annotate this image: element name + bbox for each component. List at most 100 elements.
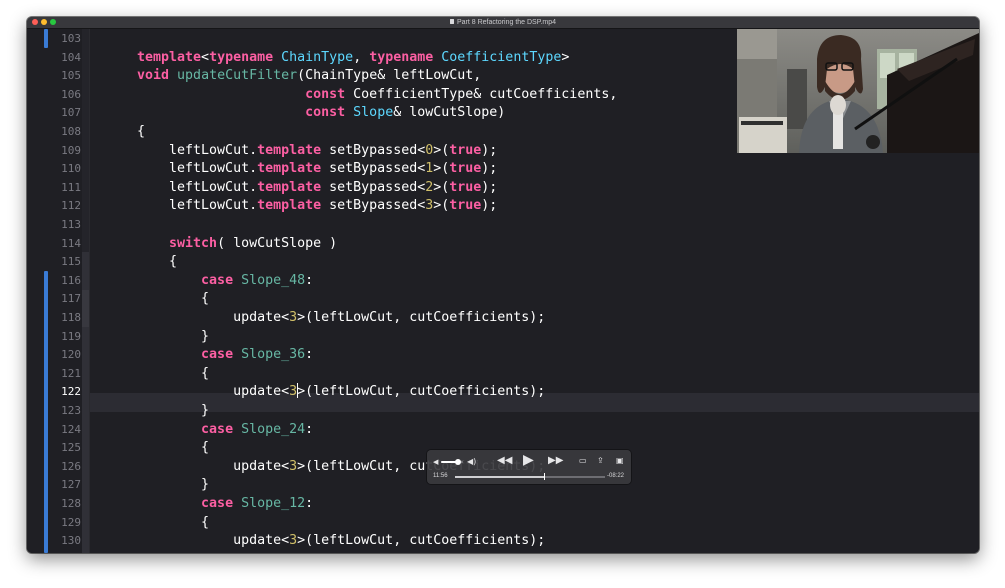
fast-forward-icon[interactable]: ▶▶: [548, 456, 563, 466]
code-line[interactable]: const Slope& lowCutSlope): [137, 104, 505, 123]
presenter-video-image: [737, 29, 979, 153]
code-token: template: [137, 49, 202, 65]
code-line[interactable]: {: [137, 439, 209, 458]
line-number[interactable]: 127: [49, 476, 81, 495]
code-line[interactable]: }: [137, 402, 209, 421]
code-token: void: [137, 68, 170, 84]
code-token: switch: [169, 235, 218, 251]
playhead[interactable]: [543, 473, 545, 480]
line-number[interactable]: 128: [49, 495, 81, 514]
code-token: true: [449, 161, 482, 177]
line-number[interactable]: 118: [49, 309, 81, 328]
play-icon[interactable]: ▶: [523, 453, 534, 467]
code-token: {: [137, 254, 178, 270]
line-number[interactable]: 119: [49, 328, 81, 347]
code-line[interactable]: leftLowCut.template setBypassed<1>(true)…: [137, 160, 497, 179]
code-token: );: [481, 142, 498, 158]
speaker-high-icon[interactable]: ◀): [467, 457, 476, 467]
line-number[interactable]: 106: [49, 86, 81, 105]
code-line[interactable]: const CoefficientType& cutCoefficients,: [137, 86, 617, 105]
line-number[interactable]: 130: [49, 532, 81, 551]
code-line[interactable]: void updateCutFilter(ChainType& leftLowC…: [137, 67, 481, 86]
line-number[interactable]: 113: [49, 216, 81, 235]
share-icon[interactable]: ⇪: [597, 456, 604, 466]
playback-controls[interactable]: ◀ ◀) ◀◀ ▶ ▶▶ ▭ ⇪ ▣ 11:56 -08:22: [427, 450, 631, 484]
line-number[interactable]: 125: [49, 439, 81, 458]
code-line[interactable]: {: [137, 514, 209, 533]
airplay-icon[interactable]: ▭: [579, 456, 587, 466]
code-token: leftLowCut.: [137, 142, 258, 158]
line-number[interactable]: 116: [49, 272, 81, 291]
line-number[interactable]: 111: [49, 179, 81, 198]
line-number[interactable]: 114: [49, 235, 81, 254]
code-token: true: [449, 142, 482, 158]
fold-region-case[interactable]: [82, 290, 89, 327]
code-line[interactable]: update<3>(leftLowCut, cutCoefficients);: [137, 383, 545, 402]
rewind-icon[interactable]: ◀◀: [497, 456, 512, 466]
code-token: setBypassed<: [321, 179, 426, 195]
line-number[interactable]: 108: [49, 123, 81, 142]
code-line[interactable]: template<typename ChainType, typename Co…: [137, 49, 569, 68]
speaker-low-icon[interactable]: ◀: [433, 457, 438, 467]
line-number[interactable]: 103: [49, 30, 81, 49]
code-line[interactable]: {: [137, 290, 209, 309]
code-token: updateCutFilter: [177, 68, 298, 84]
code-line[interactable]: case Slope_48:: [137, 272, 313, 291]
video-file-icon: [449, 19, 454, 24]
picture-in-picture-icon[interactable]: ▣: [616, 456, 624, 466]
playback-scrubber[interactable]: [455, 473, 605, 480]
code-line[interactable]: case Slope_12:: [137, 495, 313, 514]
code-token: 3: [289, 384, 298, 400]
line-number[interactable]: 129: [49, 514, 81, 533]
code-token: setBypassed<: [321, 161, 426, 177]
code-token: :: [305, 421, 314, 437]
line-number[interactable]: 126: [49, 458, 81, 477]
line-number[interactable]: 117: [49, 290, 81, 309]
code-line[interactable]: update<3>(leftLowCut, cutCoefficients);: [137, 532, 545, 551]
code-token: CoefficientType: [441, 49, 562, 65]
code-line[interactable]: {: [137, 253, 177, 272]
code-line[interactable]: leftLowCut.template setBypassed<2>(true)…: [137, 179, 497, 198]
code-token: template: [257, 198, 322, 214]
code-line[interactable]: }: [137, 328, 209, 347]
code-token: );: [481, 161, 498, 177]
code-line[interactable]: case Slope_36:: [137, 346, 313, 365]
line-number[interactable]: 121: [49, 365, 81, 384]
code-token: {: [137, 440, 210, 456]
line-number[interactable]: 120: [49, 346, 81, 365]
line-number[interactable]: 123: [49, 402, 81, 421]
line-number[interactable]: 109: [49, 142, 81, 161]
code-token: update<: [137, 458, 290, 474]
code-token: CoefficientType& cutCoefficients,: [345, 86, 618, 102]
code-line[interactable]: update<3>(leftLowCut, cutCoefficients);: [137, 309, 545, 328]
line-number[interactable]: 110: [49, 160, 81, 179]
code-token: 3: [289, 310, 298, 325]
code-line[interactable]: {: [137, 365, 209, 384]
code-line[interactable]: leftLowCut.template setBypassed<0>(true)…: [137, 142, 497, 161]
code-token: {: [137, 365, 210, 381]
code-token: const: [305, 86, 346, 102]
line-number[interactable]: 104: [49, 49, 81, 68]
code-line[interactable]: {: [137, 123, 145, 142]
code-token: ( lowCutSlope ): [217, 235, 338, 251]
code-line[interactable]: case Slope_24:: [137, 421, 313, 440]
line-number[interactable]: 124: [49, 421, 81, 440]
code-token: <: [201, 49, 210, 65]
line-number[interactable]: 105: [49, 67, 81, 86]
volume-knob[interactable]: [454, 459, 461, 465]
line-number[interactable]: 122: [49, 383, 81, 402]
code-line[interactable]: leftLowCut.template setBypassed<3>(true)…: [137, 197, 497, 216]
line-number[interactable]: 112: [49, 197, 81, 216]
code-line[interactable]: switch( lowCutSlope ): [137, 235, 337, 254]
change-indicator: [44, 271, 48, 553]
volume-slider[interactable]: [441, 459, 463, 465]
line-number[interactable]: 115: [49, 253, 81, 272]
line-number[interactable]: 107: [49, 104, 81, 123]
code-line[interactable]: }: [137, 476, 209, 495]
code-token: );: [481, 179, 498, 195]
